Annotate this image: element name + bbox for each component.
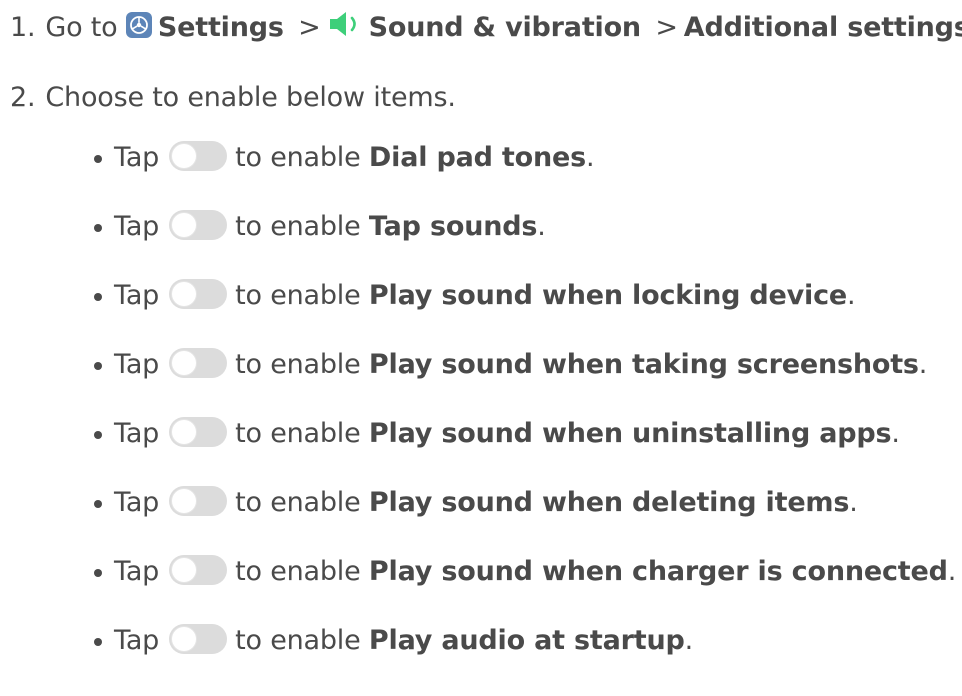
toggle-switch-off[interactable]	[169, 279, 228, 309]
end-punct: .	[586, 142, 595, 173]
setting-name: Play sound when taking screenshots	[368, 349, 919, 380]
list-item: Tap to enable Tap sounds.	[94, 209, 956, 278]
list-item: Tap to enable Play audio at startup.	[94, 623, 956, 692]
instruction-text: to enable	[235, 211, 361, 242]
instruction-text: to enable	[235, 556, 361, 587]
tap-word: Tap	[114, 625, 160, 656]
tap-word: Tap	[114, 142, 160, 173]
toggle-knob	[172, 627, 197, 651]
step-1: 1. Go to Settings > Sound & vibration > Ad…	[10, 10, 962, 46]
end-punct: .	[849, 487, 858, 518]
list-item: Tap to enable Play sound when locking de…	[94, 278, 956, 347]
list-item: Tap to enable Dial pad tones.	[94, 140, 956, 209]
toggle-switch-off[interactable]	[169, 348, 228, 378]
instruction-text: to enable	[235, 142, 361, 173]
additional-settings-link: Additional settings	[683, 12, 962, 43]
setting-name: Play audio at startup	[368, 625, 685, 656]
instruction-text: to enable	[235, 625, 361, 656]
bullet-icon	[94, 293, 102, 301]
toggle-switch-off[interactable]	[169, 624, 228, 654]
settings-gear-icon	[125, 12, 152, 38]
bullet-icon	[94, 638, 102, 646]
tap-word: Tap	[114, 280, 160, 311]
tap-word: Tap	[114, 349, 160, 380]
breadcrumb-separator: >	[298, 12, 321, 43]
bullet-icon	[94, 155, 102, 163]
toggle-switch-off[interactable]	[169, 555, 228, 585]
tap-word: Tap	[114, 418, 160, 449]
instruction-page: 1. Go to Settings > Sound & vibration > Ad…	[0, 0, 962, 696]
settings-link: Settings	[157, 12, 284, 43]
toggle-knob	[172, 213, 197, 237]
bullet-icon	[94, 224, 102, 232]
instruction-text: to enable	[235, 349, 361, 380]
end-punct: .	[847, 280, 856, 311]
setting-name: Play sound when charger is connected	[368, 556, 948, 587]
instruction-text: to enable	[235, 487, 361, 518]
tap-word: Tap	[114, 487, 160, 518]
breadcrumb-separator: >	[655, 12, 678, 43]
enable-items-list: Tap to enable Dial pad tones. Tap to ena…	[94, 140, 956, 692]
end-punct: .	[918, 349, 928, 380]
end-punct: .	[947, 556, 957, 587]
list-item: Tap to enable Play sound when deleting i…	[94, 485, 956, 554]
step-number: 2.	[10, 82, 36, 113]
setting-name: Tap sounds	[368, 211, 538, 242]
toggle-knob	[172, 351, 197, 375]
end-punct: .	[684, 625, 694, 656]
end-punct: .	[891, 418, 900, 449]
toggle-knob	[172, 420, 197, 444]
bullet-icon	[94, 431, 102, 439]
list-item: Tap to enable Play sound when uninstalli…	[94, 416, 956, 485]
setting-name: Play sound when locking device	[368, 280, 848, 311]
step-prefix: Go to	[45, 12, 118, 43]
bullet-icon	[94, 569, 102, 577]
setting-name: Play sound when deleting items	[368, 487, 850, 518]
tap-word: Tap	[114, 556, 160, 587]
step-text: Choose to enable below items.	[45, 82, 456, 113]
instruction-text: to enable	[235, 280, 361, 311]
toggle-knob	[172, 558, 197, 582]
list-item: Tap to enable Play sound when taking scr…	[94, 347, 956, 416]
bullet-icon	[94, 362, 102, 370]
bullet-icon	[94, 500, 102, 508]
setting-name: Play sound when uninstalling apps	[368, 418, 892, 449]
toggle-switch-off[interactable]	[169, 417, 228, 447]
speaker-icon	[327, 10, 363, 38]
toggle-knob	[172, 282, 197, 306]
step-2: 2. Choose to enable below items.	[10, 80, 456, 116]
list-item: Tap to enable Play sound when charger is…	[94, 554, 956, 623]
end-punct: .	[537, 211, 546, 242]
instruction-text: to enable	[235, 418, 361, 449]
setting-name: Dial pad tones	[368, 142, 586, 173]
toggle-knob	[172, 489, 197, 513]
sound-vibration-link: Sound & vibration	[368, 12, 642, 43]
toggle-switch-off[interactable]	[169, 210, 228, 240]
tap-word: Tap	[114, 211, 160, 242]
toggle-switch-off[interactable]	[169, 486, 228, 516]
step-number: 1.	[10, 12, 36, 43]
toggle-switch-off[interactable]	[169, 141, 228, 171]
toggle-knob	[172, 144, 197, 168]
